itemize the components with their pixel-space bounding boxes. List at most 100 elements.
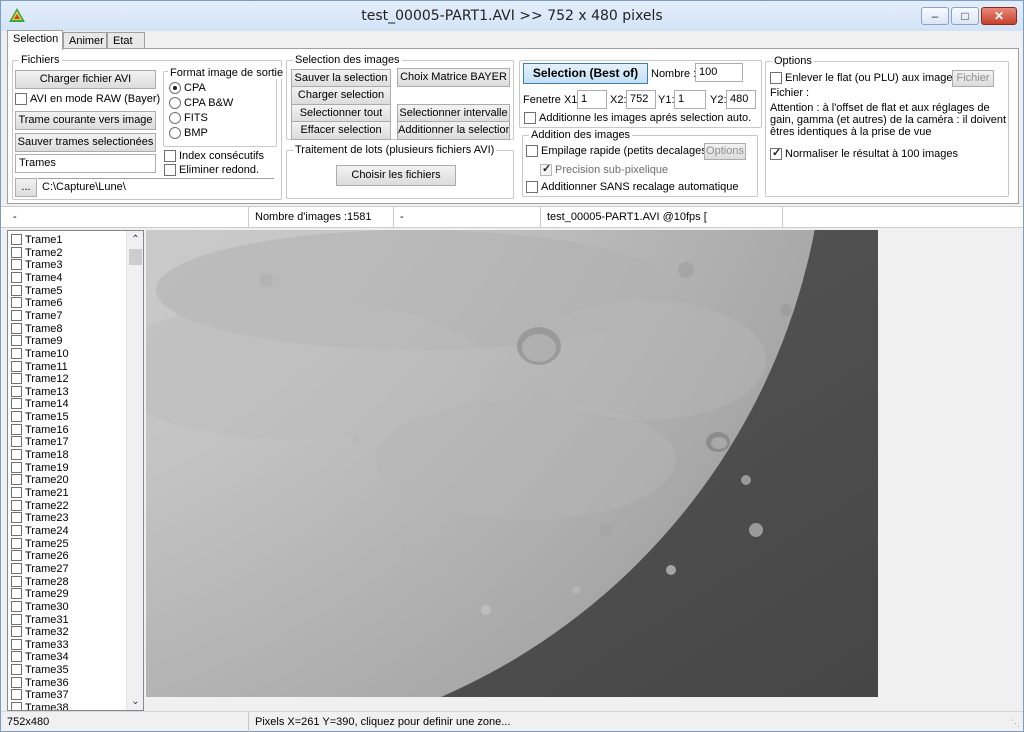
moon-image[interactable] [146,230,878,697]
frame-list-item[interactable]: Trame14 [11,398,69,411]
x1-input[interactable]: 1 [577,90,607,109]
frame-list-item[interactable]: Trame8 [11,322,63,336]
frame-list-item[interactable]: Trame17 [11,436,69,449]
format-option-fits[interactable]: FITS [169,112,208,126]
no-registration-checkbox[interactable]: Additionner SANS recalage automatique [526,181,739,195]
normalize-checkbox[interactable]: Normaliser le résultat à 100 images [770,147,958,162]
frame-checkbox[interactable] [11,664,22,676]
format-option-bmp[interactable]: BMP [169,127,208,141]
frame-checkbox[interactable] [11,651,22,663]
frame-list-item[interactable]: Trame25 [11,537,69,551]
fast-stack-checkbox[interactable]: Empilage rapide (petits decalages) [526,145,710,159]
frame-list-item[interactable]: Trame6 [11,297,63,310]
frame-checkbox[interactable] [11,613,22,625]
frame-list-item[interactable]: Trame11 [11,360,68,374]
subpixel-checkbox[interactable]: Precision sub-pixelique [540,163,668,178]
current-frame-to-image-button[interactable]: Trame courante vers image [15,111,156,130]
frame-checkbox[interactable] [11,474,22,486]
title-bar[interactable]: test_00005-PART1.AVI >> 752 x 480 pixels… [1,1,1023,31]
remove-redundant-checkbox[interactable]: Eliminer redond. [164,164,259,178]
frame-list-item[interactable]: Trame35 [11,664,69,677]
frame-checkbox[interactable] [11,411,22,423]
frame-list-item[interactable]: Trame12 [11,373,69,386]
flat-file-button[interactable]: Fichier [952,70,994,87]
frame-checkbox[interactable] [11,234,22,245]
bayer-matrix-button[interactable]: Choix Matrice BAYER [397,68,510,87]
frame-list-item[interactable]: Trame28 [11,575,69,589]
frame-checkbox[interactable] [11,550,22,562]
index-consecutive-checkbox[interactable]: Index consécutifs [164,150,264,164]
browse-button[interactable]: ... [15,178,37,197]
close-button[interactable]: ✕ [981,7,1017,25]
frame-checkbox[interactable] [11,259,22,271]
maximize-button[interactable]: □ [951,7,979,25]
frame-checkbox[interactable] [11,309,22,321]
frame-checkbox[interactable] [11,436,22,448]
nombre-input[interactable]: 100 [695,63,743,82]
frame-list-item[interactable]: Trame20 [11,474,69,487]
frame-list-item[interactable]: Trame37 [11,689,69,702]
frame-list-item[interactable]: Trame5 [11,284,63,298]
frame-checkbox[interactable] [11,360,22,372]
frame-checkbox[interactable] [11,600,22,612]
y2-input[interactable]: 480 [726,90,756,109]
frame-list-item[interactable]: Trame30 [11,600,69,614]
frame-list-item[interactable]: Trame1 [11,234,63,247]
frame-list-item[interactable]: Trame32 [11,626,69,639]
frame-list-item[interactable]: Trame23 [11,512,69,525]
format-option-cpa[interactable]: CPA [169,82,206,96]
frame-checkbox[interactable] [11,373,22,385]
load-selection-button[interactable]: Charger selection [291,86,391,105]
frame-list-item[interactable]: Trame4 [11,271,63,285]
frame-checkbox[interactable] [11,335,22,347]
frame-checkbox[interactable] [11,499,22,511]
stack-options-button[interactable]: Options [704,143,746,160]
frame-list-item[interactable]: Trame2 [11,246,63,260]
remove-flat-checkbox[interactable]: Enlever le flat (ou PLU) aux images [770,72,958,86]
raw-bayer-checkbox[interactable]: AVI en mode RAW (Bayer) [15,93,160,107]
save-selected-frames-button[interactable]: Sauver trames selectionées [15,133,156,152]
scroll-thumb[interactable] [129,249,142,265]
frame-list-item[interactable]: Trame3 [11,259,63,272]
frame-list-item[interactable]: Trame16 [11,423,69,437]
tab-etat[interactable]: Etat [107,32,145,49]
frame-list-item[interactable]: Trame13 [11,385,69,399]
load-avi-button[interactable]: Charger fichier AVI [15,70,156,89]
tab-selection[interactable]: Selection [7,30,63,50]
frame-list-item[interactable]: Trame38 [11,702,69,710]
frame-checkbox[interactable] [11,322,22,334]
frame-checkbox[interactable] [11,347,22,359]
frame-checkbox[interactable] [11,702,22,710]
frame-checkbox[interactable] [11,271,22,283]
frame-checkbox[interactable] [11,588,22,600]
frame-list-item[interactable]: Trame33 [11,638,69,652]
minimize-button[interactable]: – [921,7,949,25]
x2-input[interactable]: 752 [626,90,656,109]
frame-checkbox[interactable] [11,676,22,688]
scroll-up-icon[interactable]: ⌃ [127,231,143,248]
frame-checkbox[interactable] [11,449,22,461]
frame-list-item[interactable]: Trame31 [11,613,69,627]
frame-list-item[interactable]: Trame26 [11,550,69,563]
y1-input[interactable]: 1 [674,90,706,109]
frame-image-viewer[interactable] [146,230,878,697]
choose-files-button[interactable]: Choisir les fichiers [336,165,456,186]
frame-checkbox[interactable] [11,385,22,397]
frame-list[interactable]: Trame1 Trame2 Trame3 Trame4 Trame5 Trame6 Tram… [7,230,144,711]
frame-checkbox[interactable] [11,284,22,296]
frame-list-item[interactable]: Trame22 [11,499,69,513]
add-after-auto-checkbox[interactable]: Additionne les images aprés selection au… [524,112,751,126]
frame-list-item[interactable]: Trame34 [11,651,69,664]
format-option-cpa-bw[interactable]: CPA B&W [169,97,233,111]
frame-list-item[interactable]: Trame7 [11,309,63,323]
frame-list-item[interactable]: Trame27 [11,562,69,576]
tab-animer[interactable]: Animer [63,32,107,49]
frame-list-item[interactable]: Trame18 [11,449,69,462]
frame-list-item[interactable]: Trame24 [11,524,69,538]
frame-list-item[interactable]: Trame21 [11,487,69,500]
frame-checkbox[interactable] [11,537,22,549]
frame-checkbox[interactable] [11,423,22,435]
resize-grip-icon[interactable]: ⋱ [1011,718,1020,729]
frame-list-item[interactable]: Trame36 [11,676,69,690]
frame-checkbox[interactable] [11,562,22,574]
